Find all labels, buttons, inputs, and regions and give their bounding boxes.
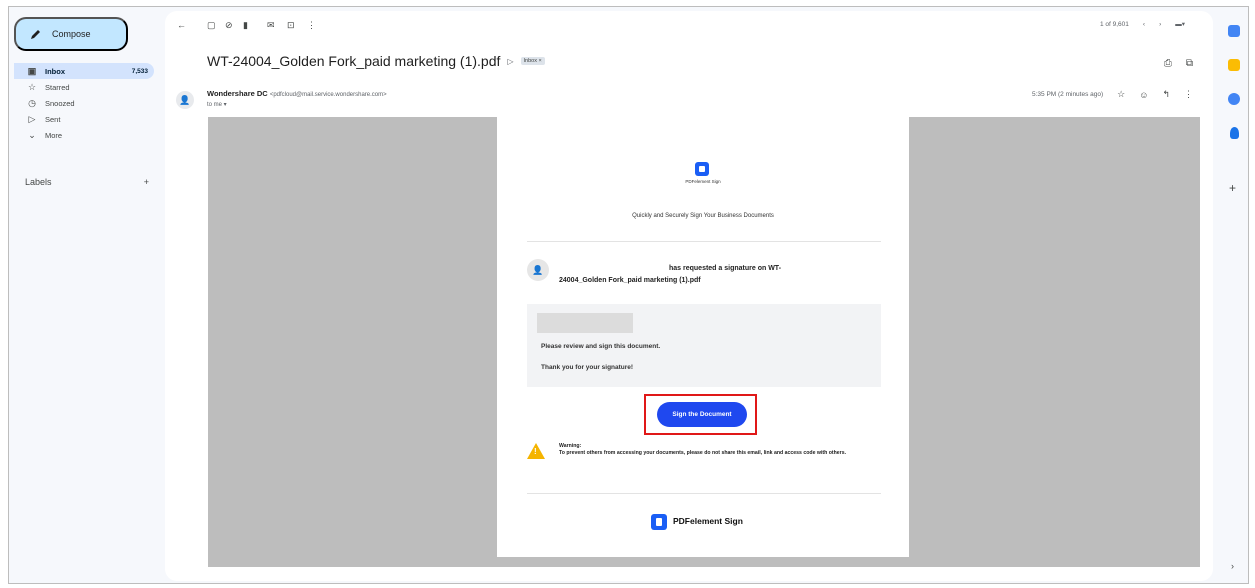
add-addon-icon[interactable]: + [1229,181,1236,195]
message-meta: 5:35 PM (2 minutes ago) ☆ ☺ ↰ ⋮ [1032,89,1193,100]
pdfelement-logo-icon [695,162,709,176]
unread-count: 7,533 [131,67,148,75]
warning-title: Warning: [559,443,582,449]
labels-title: Labels [25,177,52,187]
expand-panel-icon[interactable]: › [1231,561,1234,571]
sidebar-item-label: More [45,130,63,140]
redacted-placeholder [537,313,633,333]
calendar-icon[interactable] [1228,25,1240,37]
subject-actions: ⎙ ⧉ [1164,58,1193,69]
labels-header: Labels + [25,177,149,187]
warning-text: Warning: To prevent others from accessin… [559,443,879,457]
sender-email: <pdfcloud@mail.service.wondershare.com> [269,92,387,98]
sidebar-item-inbox[interactable]: ▣ Inbox 7,533 [14,63,154,79]
send-icon: ▷ [28,113,36,124]
more-icon[interactable]: ⋮ [307,20,316,31]
prev-icon[interactable]: ‹ [1143,21,1145,28]
compose-label: Compose [52,29,91,39]
sign-document-button[interactable]: Sign the Document [657,402,747,427]
warning-body: To prevent others from accessing your do… [559,449,847,456]
brand-name-small: PDFelement Sign [685,179,721,184]
star-icon: ☆ [27,81,37,92]
footer-brand: PDFelement Sign [673,516,743,526]
message-box: Please review and sign this document. Th… [527,304,881,387]
emoji-icon[interactable]: ☺ [1139,90,1148,100]
subject-line: WT-24004_Golden Fork_paid marketing (1).… [207,53,545,69]
clock-icon: ◷ [28,97,36,108]
message-toolbar: ← ▢ ⊘ ▮ ✉ ⊡ ⋮ 1 of 9,601 ‹ › ▬▾ [165,11,1213,39]
message-line-1: Please review and sign this document. [541,343,661,350]
gmail-window: Compose ▣ Inbox 7,533 ☆ Starred ◷ Snooze… [8,6,1249,584]
print-icon[interactable]: ⎙ [1164,58,1172,69]
signature-request: has requested a signature on WT- 24004_G… [559,263,829,287]
tagline: Quickly and Securely Sign Your Business … [632,213,774,219]
add-label-button[interactable]: + [144,177,149,187]
divider [527,493,881,494]
input-tools-icon[interactable]: ▬▾ [1175,20,1185,28]
compose-button[interactable]: Compose [14,17,128,51]
sender-avatar: 👤 [176,91,194,109]
recipient-details[interactable]: to me ▾ [207,101,227,108]
important-icon[interactable]: ▷ [507,57,513,66]
delete-icon[interactable]: ▮ [243,20,248,31]
tasks-icon[interactable] [1228,93,1240,105]
pdfelement-logo-icon [651,514,667,530]
sidebar-item-label: Sent [45,114,61,124]
report-icon[interactable]: ⊘ [225,20,233,31]
message-time: 5:35 PM (2 minutes ago) [1031,91,1104,98]
keep-icon[interactable] [1228,59,1240,71]
divider [527,241,881,242]
pager: 1 of 9,601 ‹ › ▬▾ [1099,20,1185,29]
archive-icon[interactable]: ▢ [207,20,216,31]
back-icon[interactable]: ← [177,20,186,30]
star-icon[interactable]: ☆ [1117,89,1125,100]
sidebar-nav: ▣ Inbox 7,533 ☆ Starred ◷ Snoozed ▷ Sent… [14,63,154,143]
move-to-icon[interactable]: ⊡ [287,20,295,31]
mark-unread-icon[interactable]: ✉ [267,20,275,31]
sender-name: Wondershare DC [207,89,268,98]
open-new-window-icon[interactable]: ⧉ [1186,58,1193,69]
chevron-down-icon: ⌄ [28,129,36,140]
reply-icon[interactable]: ↰ [1162,89,1170,100]
user-avatar-icon: 👤 [527,259,549,281]
inbox-chip[interactable]: Inbox × [520,57,545,65]
email-card: PDFelement Sign Quickly and Securely Sig… [497,117,909,557]
request-line-2: 24004_Golden Fork_paid marketing (1).pdf [559,276,701,284]
sender-info: Wondershare DC <pdfcloud@mail.service.wo… [207,89,387,98]
message-panel: ← ▢ ⊘ ▮ ✉ ⊡ ⋮ 1 of 9,601 ‹ › ▬▾ WT-24004… [165,11,1213,581]
subject-text: WT-24004_Golden Fork_paid marketing (1).… [207,53,501,69]
warning-icon: ! [527,443,545,459]
sidebar-item-label: Snoozed [45,98,75,108]
inbox-icon: ▣ [27,65,37,76]
side-panel-rail: + › [1219,7,1248,583]
sidebar-item-label: Starred [45,82,70,92]
sidebar-item-more[interactable]: ⌄ More [14,127,154,143]
sidebar-item-sent[interactable]: ▷ Sent [14,111,154,127]
message-line-2: Thank you for your signature! [541,364,634,371]
next-icon[interactable]: › [1159,21,1161,28]
request-line-1: has requested a signature on WT- [669,265,782,272]
pager-text: 1 of 9,601 [1099,20,1129,28]
pencil-icon [31,30,40,39]
sidebar-item-starred[interactable]: ☆ Starred [14,79,154,95]
more-icon[interactable]: ⋮ [1184,89,1193,100]
contacts-icon[interactable] [1230,127,1239,139]
sidebar-item-snoozed[interactable]: ◷ Snoozed [14,95,154,111]
sidebar-item-label: Inbox [45,66,65,76]
